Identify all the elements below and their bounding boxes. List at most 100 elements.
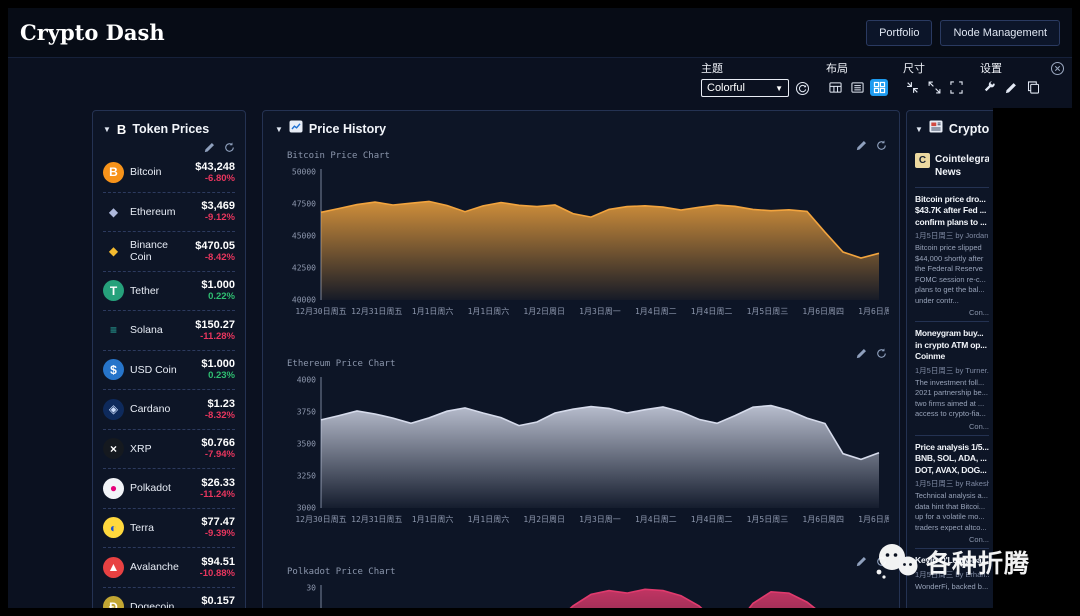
- price-history-panel: ▼ Price History Bitcoin Price Chart 40000…: [262, 110, 900, 608]
- token-row-tether[interactable]: T Tether $1.000 0.22%: [103, 272, 235, 311]
- chevron-down-icon: ▼: [775, 83, 783, 93]
- layout-grid-icon[interactable]: [870, 79, 888, 96]
- token-prices-panel: ▼ B Token Prices B Bitcoin $43,248 -6.80% ◆ E…: [92, 110, 246, 608]
- token-row-polkadot[interactable]: ● Polkadot $26.33 -11.24%: [103, 469, 235, 509]
- chart-edit-icon[interactable]: [856, 555, 867, 567]
- token-row-solana[interactable]: ≡ Solana $150.27 -11.28%: [103, 311, 235, 351]
- svg-text:1月1日周六: 1月1日周六: [412, 514, 454, 524]
- token-row-avalanche[interactable]: ▲ Avalanche $94.51 -10.88%: [103, 548, 235, 588]
- collapse-caret-icon[interactable]: ▼: [275, 125, 283, 134]
- layout-list-icon[interactable]: [848, 79, 866, 96]
- svg-text:4000: 4000: [297, 376, 316, 385]
- cropped-black-region: [993, 108, 1072, 608]
- svg-text:3500: 3500: [297, 440, 316, 449]
- theme-select[interactable]: Colorful ▼: [701, 79, 789, 97]
- news-continue-link[interactable]: Con...: [915, 422, 989, 431]
- news-title-line: DOT, AVAX, DOG...: [915, 464, 987, 475]
- news-continue-link[interactable]: Con...: [915, 308, 989, 317]
- news-item[interactable]: Price analysis 1/5... BNB, SOL, ADA, ... D…: [915, 434, 989, 548]
- token-price: $94.51: [201, 555, 235, 568]
- token-row-cardano[interactable]: ◈ Cardano $1.23 -8.32%: [103, 390, 235, 430]
- token-row-ethereum[interactable]: ◆ Ethereum $3,469 -9.12%: [103, 193, 235, 232]
- news-body-line: under contr...: [915, 295, 959, 305]
- news-body-line: traders expect altco...: [915, 522, 987, 532]
- token-row-usd-coin[interactable]: $ USD Coin $1.000 0.23%: [103, 351, 235, 390]
- cardano-icon: ◈: [103, 398, 124, 420]
- token-name: USD Coin: [130, 363, 177, 376]
- news-body-line: data hint that Bitcoi...: [915, 501, 986, 511]
- layout-table-icon[interactable]: [826, 79, 844, 96]
- news-item[interactable]: Bitcoin price dro... $43.7K after Fed ...…: [915, 187, 989, 321]
- solana-icon: ≡: [109, 323, 117, 338]
- token-row-binance-coin[interactable]: ◆ Binance Coin $470.05 -8.42%: [103, 232, 235, 272]
- news-body-line: 2021 partnership be...: [915, 388, 988, 398]
- news-body-line: two firms aimed at ...: [915, 398, 985, 408]
- token-name: Dogecoin: [130, 600, 175, 608]
- svg-text:1月6日周四: 1月6日周四: [858, 307, 889, 316]
- token-row-bitcoin[interactable]: B Bitcoin $43,248 -6.80%: [103, 153, 235, 193]
- svg-text:1月3日周一: 1月3日周一: [579, 515, 621, 524]
- edit-icon[interactable]: [204, 141, 215, 153]
- token-name: Cardano: [130, 403, 171, 416]
- settings-copy-icon[interactable]: [1024, 79, 1042, 96]
- news-meta: 1月5日周三 by Rakesh...: [915, 479, 989, 489]
- token-price: $1.000: [201, 279, 235, 292]
- svg-text:1月4日周二: 1月4日周二: [635, 307, 677, 316]
- news-title-line: Price analysis 1/5...: [915, 441, 989, 452]
- token-price: $43,248: [195, 160, 235, 173]
- bitcoin-price-chart: Bitcoin Price Chart 40000 42500 45000 47500 5…: [275, 139, 899, 341]
- watermark: 各种折腾: [873, 542, 1030, 582]
- token-name: Avalanche: [130, 561, 179, 574]
- news-meta: 1月5日周三 by Turner...: [915, 365, 989, 375]
- svg-text:1月6日周四: 1月6日周四: [858, 515, 889, 524]
- news-list: Bitcoin price dro... $43.7K after Fed ...…: [915, 187, 989, 596]
- token-change: -11.28%: [200, 330, 235, 342]
- token-list: B Bitcoin $43,248 -6.80% ◆ Ethereum $3,469 -9.1…: [103, 153, 235, 608]
- node-management-button[interactable]: Node Management: [940, 19, 1060, 46]
- news-title-line: Bitcoin price dro...: [915, 194, 986, 204]
- svg-text:1月4日周二: 1月4日周二: [691, 515, 733, 524]
- svg-text:1月4日周二: 1月4日周二: [691, 307, 733, 316]
- news-body-line: up for a volatile mo...: [915, 512, 985, 522]
- chart-edit-icon[interactable]: [856, 139, 867, 151]
- settings-wrench-icon[interactable]: [980, 79, 998, 96]
- svg-text:12月31日周五: 12月31日周五: [351, 515, 402, 524]
- price-history-header: ▼ Price History: [275, 119, 887, 139]
- svg-text:30: 30: [306, 584, 316, 593]
- chart-refresh-icon[interactable]: [876, 347, 887, 359]
- news-body-line: $44,000 shortly after: [915, 253, 984, 263]
- news-item[interactable]: Moneygram buy... in crypto ATM op... Coinm…: [915, 321, 989, 434]
- portfolio-button[interactable]: Portfolio: [866, 19, 933, 46]
- token-price: $150.27: [195, 318, 235, 331]
- collapse-caret-icon[interactable]: ▼: [915, 125, 923, 134]
- ethereum-price-chart: Ethereum Price Chart 3000 3250 3500 3750 4000…: [275, 347, 899, 549]
- token-row-dogecoin[interactable]: Ð Dogecoin $0.157-7.60%: [103, 588, 235, 608]
- theme-refresh-icon[interactable]: [793, 80, 811, 97]
- size-fullscreen-icon[interactable]: [947, 79, 965, 96]
- news-body-line: the Federal Reserve: [915, 264, 983, 274]
- size-compress-icon[interactable]: [903, 79, 921, 96]
- token-change: -8.32%: [204, 409, 235, 421]
- close-icon[interactable]: [1050, 61, 1065, 79]
- token-row-terra[interactable]: ◐ Terra $77.47 -9.39%: [103, 509, 235, 548]
- svg-text:40000: 40000: [292, 296, 316, 305]
- news-body-line: WonderFi, backed b...: [915, 581, 989, 591]
- chart-canvas: 3000 3250 3500 3750 4000 12月30日周五 12月31日周五 1月1日…: [295, 376, 899, 525]
- xrp-icon: ×: [103, 438, 124, 460]
- news-meta: 1月5日周三 by Jordan...: [915, 231, 989, 241]
- token-change: -9.39%: [204, 528, 235, 540]
- chart-edit-icon[interactable]: [856, 347, 867, 359]
- settings-edit-icon[interactable]: [1002, 79, 1020, 96]
- size-expand-icon[interactable]: [925, 79, 943, 96]
- token-row-xrp[interactable]: × XRP $0.766 -7.94%: [103, 430, 235, 469]
- chart-canvas: 40000 42500 45000 47500 50000 12月30日周五 12月31日周…: [292, 168, 899, 317]
- news-body-line: plans to get the bal...: [915, 285, 985, 295]
- svg-text:1月1日周六: 1月1日周六: [468, 514, 510, 524]
- refresh-icon[interactable]: [224, 141, 235, 153]
- news-body-line: access to crypto-fia...: [915, 409, 986, 419]
- svg-text:12月30日周五: 12月30日周五: [295, 307, 346, 316]
- token-change: -11.24%: [200, 488, 235, 500]
- chart-refresh-icon[interactable]: [876, 139, 887, 151]
- collapse-caret-icon[interactable]: ▼: [103, 125, 111, 134]
- svg-text:50000: 50000: [292, 168, 316, 177]
